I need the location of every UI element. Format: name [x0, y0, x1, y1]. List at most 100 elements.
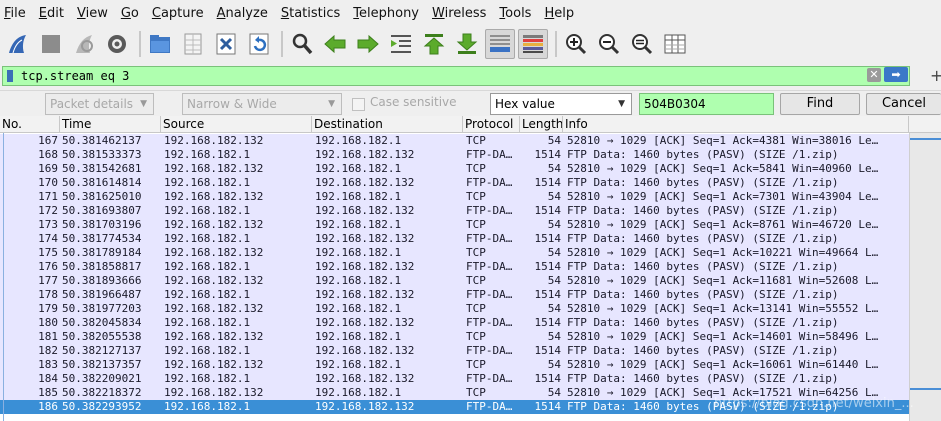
packet-row[interactable]: 181 50.382055538 192.168.182.132 192.168.18… — [0, 330, 909, 344]
column-header-source[interactable]: Source — [161, 116, 312, 133]
cell-protocol: TCP — [466, 190, 486, 203]
cell-source: 192.168.182.132 — [164, 162, 264, 175]
reload-icon[interactable] — [244, 29, 274, 59]
packet-row[interactable]: 175 50.381789184 192.168.182.132 192.168.18… — [0, 246, 909, 260]
column-header-length[interactable]: Length — [520, 116, 563, 133]
cell-destination: 192.168.182.1 — [315, 134, 402, 147]
display-filter-input[interactable]: tcp.stream eq 3 — [2, 66, 910, 86]
case-sensitive-checkbox[interactable] — [352, 98, 365, 111]
toolbar-separator — [139, 31, 141, 57]
cell-length: 54 — [547, 386, 561, 399]
go-last-icon[interactable] — [452, 29, 482, 59]
menu-go[interactable]: Go — [121, 6, 139, 21]
packet-row[interactable]: 182 50.382127137 192.168.182.1 192.168.182.… — [0, 344, 909, 358]
cell-length: 54 — [547, 246, 561, 259]
packet-row[interactable]: 179 50.381977203 192.168.182.132 192.168.18… — [0, 302, 909, 316]
menu-statistics[interactable]: Statistics — [281, 6, 340, 21]
menu-tools[interactable]: Tools — [499, 6, 531, 21]
packet-row[interactable]: 171 50.381625010 192.168.182.132 192.168.18… — [0, 190, 909, 204]
menu-help[interactable]: Help — [544, 6, 574, 21]
packet-row[interactable]: 177 50.381893666 192.168.182.132 192.168.18… — [0, 274, 909, 288]
add-filter-button-icon[interactable]: + — [930, 66, 941, 85]
menu-telephony[interactable]: Telephony — [353, 6, 419, 21]
cell-time: 50.381693807 — [62, 204, 142, 217]
packet-row[interactable]: 170 50.381614814 192.168.182.1 192.168.182.… — [0, 176, 909, 190]
shark-fin-start-icon[interactable] — [3, 29, 33, 59]
cell-length: 1514 — [534, 232, 562, 245]
column-header-no[interactable]: No. — [0, 116, 60, 133]
menu-analyze[interactable]: Analyze — [217, 6, 268, 21]
cell-destination: 192.168.182.132 — [315, 204, 415, 217]
cell-destination: 192.168.182.132 — [315, 148, 415, 161]
cell-info: 52810 → 1029 [ACK] Seq=1 Ack=4381 Win=38… — [567, 134, 879, 147]
cell-info: FTP Data: 1460 bytes (PASV) (SIZE /1.zip… — [567, 372, 839, 385]
column-header-time[interactable]: Time — [60, 116, 161, 133]
search-in-select[interactable]: Packet details ▼ — [45, 93, 154, 115]
apply-filter-icon[interactable]: ➡ — [884, 67, 908, 82]
display-filter-text[interactable]: tcp.stream eq 3 — [17, 69, 909, 83]
cell-time: 50.381893666 — [62, 274, 142, 287]
cell-protocol: FTP-DA… — [466, 148, 513, 161]
capture-options-icon[interactable] — [102, 29, 132, 59]
zoom-in-icon[interactable] — [561, 29, 591, 59]
restart-capture-icon[interactable] — [69, 29, 99, 59]
cell-protocol: TCP — [466, 330, 486, 343]
cell-no: 175 — [38, 246, 58, 259]
go-back-icon[interactable] — [320, 29, 350, 59]
menu-capture[interactable]: Capture — [152, 6, 204, 21]
packet-row[interactable]: 172 50.381693807 192.168.182.1 192.168.182.… — [0, 204, 909, 218]
packet-row[interactable]: 178 50.381966487 192.168.182.1 192.168.182.… — [0, 288, 909, 302]
packet-list-minimap-scrollbar[interactable] — [909, 133, 941, 421]
packet-row[interactable]: 174 50.381774534 192.168.182.1 192.168.182.… — [0, 232, 909, 246]
normal-size-icon[interactable] — [627, 29, 657, 59]
main-toolbar — [0, 26, 941, 62]
cell-info: 52810 → 1029 [ACK] Seq=1 Ack=13141 Win=5… — [567, 302, 879, 315]
menu-edit[interactable]: Edit — [39, 6, 64, 21]
cancel-button[interactable]: Cancel — [866, 93, 941, 115]
packet-row[interactable]: 168 50.381533373 192.168.182.1 192.168.182.… — [0, 148, 909, 162]
packet-list-header: No. Time Source Destination Protocol Len… — [0, 116, 941, 133]
cell-no: 169 — [38, 162, 58, 175]
display-filter-bar: tcp.stream eq 3 ✕ ➡ + — [0, 65, 941, 87]
go-to-packet-icon[interactable] — [386, 29, 416, 59]
cell-info: 52810 → 1029 [ACK] Seq=1 Ack=16061 Win=6… — [567, 358, 879, 371]
cell-length: 54 — [547, 190, 561, 203]
close-file-icon[interactable] — [211, 29, 241, 59]
cell-source: 192.168.182.132 — [164, 386, 264, 399]
colorize-icon[interactable] — [518, 29, 548, 59]
search-type-select[interactable]: Hex value ▼ — [490, 93, 632, 115]
packet-row[interactable]: 183 50.382137357 192.168.182.132 192.168.18… — [0, 358, 909, 372]
go-first-icon[interactable] — [419, 29, 449, 59]
cell-info: FTP Data: 1460 bytes (PASV) (SIZE /1.zip… — [567, 204, 839, 217]
go-forward-icon[interactable] — [353, 29, 383, 59]
open-file-icon[interactable] — [145, 29, 175, 59]
bookmark-icon[interactable] — [3, 67, 17, 85]
find-button[interactable]: Find — [780, 93, 860, 115]
menu-file[interactable]: File — [4, 6, 26, 21]
column-header-info[interactable]: Info — [563, 116, 909, 133]
cell-source: 192.168.182.1 — [164, 260, 251, 273]
packet-row[interactable]: 180 50.382045834 192.168.182.1 192.168.182.… — [0, 316, 909, 330]
resize-columns-icon[interactable] — [660, 29, 690, 59]
packet-row[interactable]: 167 50.381462137 192.168.182.132 192.168.18… — [0, 134, 909, 148]
zoom-out-icon[interactable] — [594, 29, 624, 59]
column-header-protocol[interactable]: Protocol — [463, 116, 520, 133]
clear-filter-icon[interactable]: ✕ — [867, 68, 881, 82]
packet-row[interactable]: 169 50.381542681 192.168.182.132 192.168.18… — [0, 162, 909, 176]
search-value-input[interactable]: 504B0304 — [639, 93, 774, 115]
column-header-destination[interactable]: Destination — [312, 116, 463, 133]
cell-time: 50.382209021 — [62, 372, 142, 385]
file-set-icon[interactable] — [178, 29, 208, 59]
find-packet-icon[interactable] — [287, 29, 317, 59]
cell-no: 171 — [38, 190, 58, 203]
menu-wireless[interactable]: Wireless — [432, 6, 486, 21]
packet-row[interactable]: 176 50.381858817 192.168.182.1 192.168.182.… — [0, 260, 909, 274]
character-width-select[interactable]: Narrow & Wide ▼ — [182, 93, 342, 115]
cell-no: 183 — [38, 358, 58, 371]
auto-scroll-icon[interactable] — [485, 29, 515, 59]
stop-capture-icon[interactable] — [36, 29, 66, 59]
menu-view[interactable]: View — [77, 6, 108, 21]
packet-row[interactable]: 184 50.382209021 192.168.182.1 192.168.182.… — [0, 372, 909, 386]
packet-row[interactable]: 173 50.381703196 192.168.182.132 192.168.18… — [0, 218, 909, 232]
chevron-down-icon: ▼ — [328, 99, 335, 109]
